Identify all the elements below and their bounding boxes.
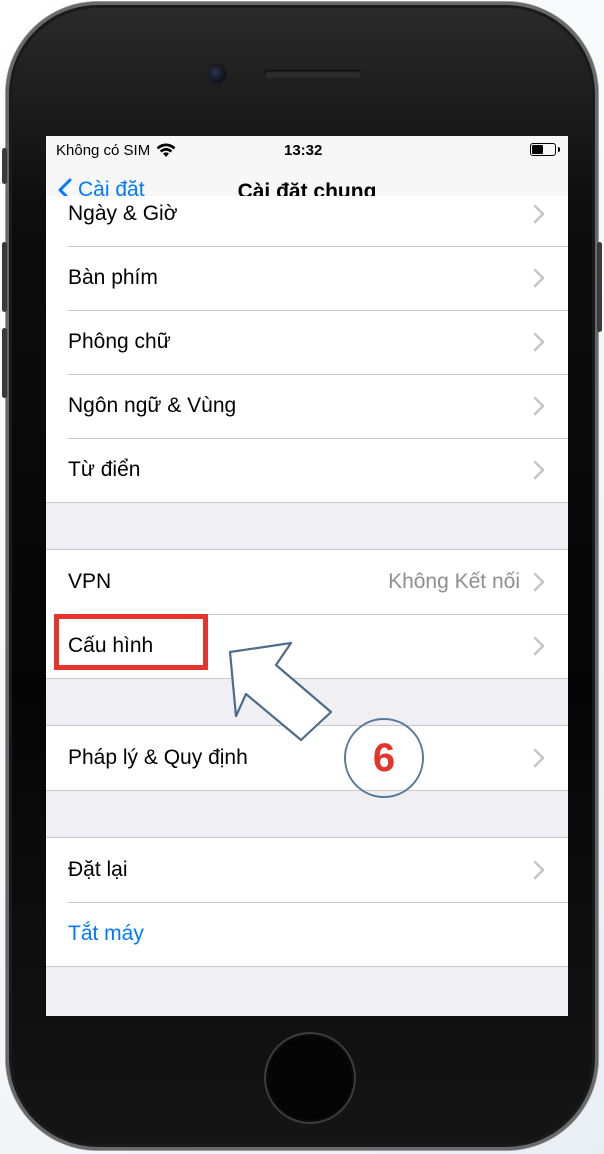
phone-screen: Không có SIM 13:32 Cài đặt Cài đặt chung… xyxy=(46,136,568,1016)
settings-list: Ngày & Giờ Bàn phím Phông chữ Ngôn ngữ &… xyxy=(46,196,568,967)
front-camera xyxy=(208,65,226,83)
row-label: Bàn phím xyxy=(68,266,158,289)
chevron-right-icon xyxy=(533,204,545,224)
row-label: Phông chữ xyxy=(68,330,171,353)
shut-down-button[interactable]: Tắt máy xyxy=(46,902,568,966)
list-item-vpn[interactable]: VPN Không Kết nối xyxy=(46,550,568,614)
settings-group-reset: Đặt lại Tắt máy xyxy=(46,837,568,967)
chevron-right-icon xyxy=(533,460,545,480)
chevron-right-icon xyxy=(533,572,545,592)
carrier-label: Không có SIM xyxy=(56,142,151,159)
home-button[interactable] xyxy=(264,1032,356,1124)
row-label: Ngày & Giờ xyxy=(68,202,178,225)
list-item-fonts[interactable]: Phông chữ xyxy=(46,310,568,374)
chevron-right-icon xyxy=(533,636,545,656)
row-label: VPN xyxy=(68,570,112,593)
list-item-keyboard[interactable]: Bàn phím xyxy=(46,246,568,310)
row-label: Tắt máy xyxy=(68,922,144,945)
earpiece-speaker xyxy=(264,70,362,78)
chevron-right-icon xyxy=(533,748,545,768)
power-button xyxy=(597,242,602,332)
row-label: Đặt lại xyxy=(68,858,128,881)
chevron-right-icon xyxy=(533,332,545,352)
volume-down-button xyxy=(2,328,7,398)
pointer-arrow-icon xyxy=(228,641,333,742)
chevron-right-icon xyxy=(533,396,545,416)
row-label: Từ điển xyxy=(68,458,141,481)
volume-up-button xyxy=(2,242,7,312)
list-item-date-time[interactable]: Ngày & Giờ xyxy=(46,196,568,246)
carrier-info: Không có SIM xyxy=(56,142,176,159)
list-item-language-region[interactable]: Ngôn ngữ & Vùng xyxy=(46,374,568,438)
row-label: Pháp lý & Quy định xyxy=(68,746,248,769)
chevron-right-icon xyxy=(533,268,545,288)
row-label: Ngôn ngữ & Vùng xyxy=(68,394,237,417)
list-item-reset[interactable]: Đặt lại xyxy=(46,838,568,902)
highlight-box xyxy=(54,614,208,670)
vpn-status: Không Kết nối xyxy=(388,570,520,593)
settings-group-language: Ngày & Giờ Bàn phím Phông chữ Ngôn ngữ &… xyxy=(46,196,568,503)
battery-icon xyxy=(530,143,560,156)
mute-switch xyxy=(2,148,7,184)
clock: 13:32 xyxy=(284,142,323,159)
step-number-badge: 6 xyxy=(344,718,424,798)
list-item-dictionary[interactable]: Từ điển xyxy=(46,438,568,502)
wifi-icon xyxy=(156,143,176,157)
status-bar: Không có SIM 13:32 xyxy=(46,136,568,164)
chevron-right-icon xyxy=(533,860,545,880)
